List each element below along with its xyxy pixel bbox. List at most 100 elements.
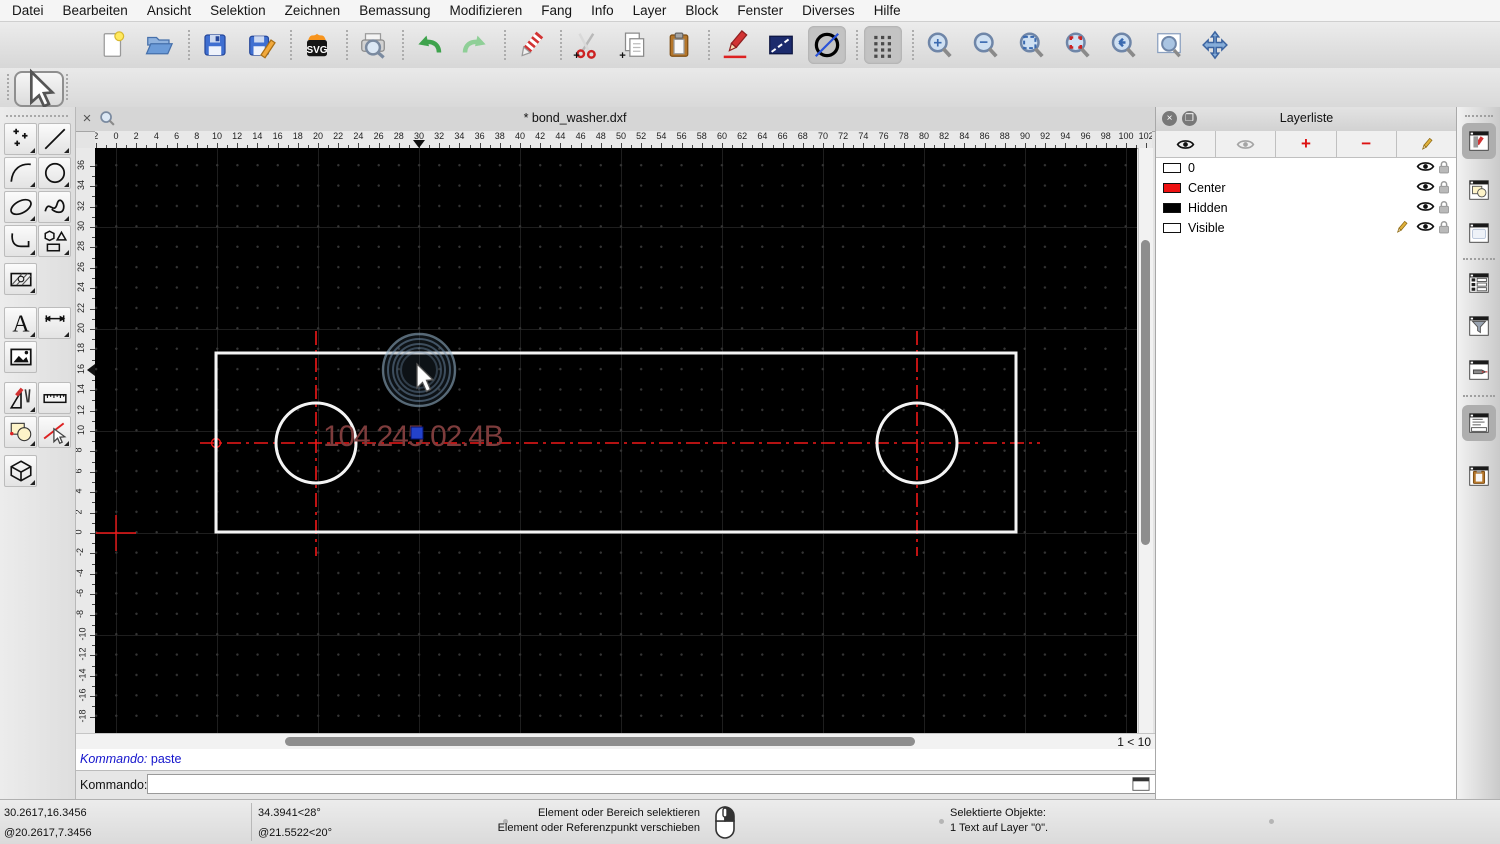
tool-polyline[interactable] [4, 225, 37, 257]
dock-block-list-button[interactable] [1462, 172, 1496, 208]
vertical-scrollbar-thumb[interactable] [1141, 240, 1150, 545]
tool-hatch[interactable] [4, 263, 37, 295]
tool-arc[interactable] [4, 157, 37, 189]
redo-icon [460, 30, 490, 60]
tool-polygon[interactable] [38, 225, 71, 257]
tool-select-entity[interactable] [38, 416, 71, 448]
svg-export-button[interactable]: SVG [298, 26, 336, 64]
rect-line-button[interactable] [762, 26, 800, 64]
command-detach-icon[interactable] [1132, 776, 1150, 792]
menu-bearbeiten[interactable]: Bearbeiten [63, 3, 128, 18]
layer-color-swatch [1163, 223, 1181, 233]
tool-modify[interactable] [4, 382, 37, 414]
dock-pen-palette-button[interactable] [1462, 352, 1496, 388]
menu-bemassung[interactable]: Bemassung [359, 3, 430, 18]
layer-lock-icon[interactable] [1438, 200, 1455, 216]
tool-spline[interactable] [38, 191, 71, 223]
zoom-pan-button[interactable] [1196, 26, 1234, 64]
horizontal-scrollbar-thumb[interactable] [285, 737, 915, 746]
layer-lock-icon[interactable] [1438, 180, 1455, 196]
tool-image[interactable] [4, 341, 37, 373]
tool-dimension[interactable] [38, 307, 71, 339]
grid-toggle-button[interactable] [864, 26, 902, 64]
dock-layer-list-button[interactable] [1462, 123, 1496, 159]
menu-fenster[interactable]: Fenster [737, 3, 783, 18]
layer-visibility-icon[interactable] [1416, 220, 1433, 236]
tool-circle[interactable] [38, 157, 71, 189]
print-preview-button[interactable] [354, 26, 392, 64]
layer-visibility-icon[interactable] [1416, 160, 1433, 176]
layer-row-hidden[interactable]: Hidden [1156, 198, 1457, 218]
layer-name: Visible [1188, 221, 1225, 235]
pen-edit-button[interactable] [716, 26, 754, 64]
tool-text[interactable]: A [4, 307, 37, 339]
layer-edit-icon[interactable] [1394, 220, 1411, 236]
show-all-eye-button[interactable] [1156, 131, 1216, 157]
layer-row-0[interactable]: 0 [1156, 158, 1457, 178]
layer-row-center[interactable]: Center [1156, 178, 1457, 198]
zoom-selection-button[interactable] [1058, 26, 1096, 64]
horizontal-ruler: 2024681012141618202224262830323436384042… [95, 131, 1152, 149]
zoom-previous-button[interactable] [1104, 26, 1142, 64]
menu-info[interactable]: Info [591, 3, 614, 18]
layer-row-visible[interactable]: Visible [1156, 218, 1457, 238]
layer-visibility-icon[interactable] [1416, 200, 1433, 216]
menu-modifizieren[interactable]: Modifizieren [450, 3, 523, 18]
svg-text:+: + [619, 50, 626, 60]
menu-datei[interactable]: Datei [12, 3, 44, 18]
menu-layer[interactable]: Layer [633, 3, 667, 18]
dock-selection-filter-button[interactable] [1462, 308, 1496, 344]
redo-button[interactable] [456, 26, 494, 64]
layer-name: Center [1188, 181, 1226, 195]
dock-command-widget-button[interactable] [1462, 405, 1496, 441]
menu-zeichnen[interactable]: Zeichnen [285, 3, 341, 18]
add-layer-button[interactable]: + [1276, 131, 1336, 157]
cut-button[interactable]: + [568, 26, 606, 64]
tool-line[interactable] [38, 123, 71, 155]
dock-library-browser-button[interactable] [1462, 215, 1496, 251]
tool-solid3d[interactable] [4, 455, 37, 487]
command-input[interactable] [147, 774, 1197, 794]
menu-fang[interactable]: Fang [541, 3, 572, 18]
horizontal-scrollbar[interactable]: 1 < 10 [75, 733, 1155, 750]
zoom-in-icon: + [924, 30, 954, 60]
pen-edit-icon [720, 30, 750, 60]
drawing-canvas[interactable]: 104.245.02.4B [95, 148, 1137, 733]
zoom-auto-button[interactable] [1012, 26, 1050, 64]
undo-button[interactable] [410, 26, 448, 64]
zoom-in-button[interactable]: + [920, 26, 958, 64]
tool-block[interactable] [4, 416, 37, 448]
zoom-window-button[interactable] [1150, 26, 1188, 64]
remove-layer-button[interactable]: − [1337, 131, 1397, 157]
delete-button[interactable] [512, 26, 550, 64]
layer-lock-icon[interactable] [1438, 160, 1455, 176]
menu-ansicht[interactable]: Ansicht [147, 3, 191, 18]
menu-selektion[interactable]: Selektion [210, 3, 266, 18]
edit-layer-button[interactable] [1397, 131, 1457, 157]
layer-lock-icon[interactable] [1438, 220, 1455, 236]
circle-line-button[interactable] [808, 26, 846, 64]
mouse-hint-right: Element oder Referenzpunkt verschieben [498, 822, 700, 834]
layer-visibility-icon[interactable] [1416, 180, 1433, 196]
new-button[interactable] [94, 26, 132, 64]
copy-button[interactable]: + [614, 26, 652, 64]
main-toolbar: SVG + + + − [0, 22, 1500, 69]
save-button[interactable] [196, 26, 234, 64]
open-button[interactable] [140, 26, 178, 64]
paste-button[interactable] [660, 26, 698, 64]
svg-text:+: + [933, 35, 942, 52]
zoom-out-button[interactable]: − [966, 26, 1004, 64]
tool-measure[interactable] [38, 382, 71, 414]
menu-hilfe[interactable]: Hilfe [874, 3, 901, 18]
menu-block[interactable]: Block [685, 3, 718, 18]
tool-ellipse[interactable] [4, 191, 37, 223]
dock-entity-list-button[interactable] [1462, 265, 1496, 301]
select-tool-button[interactable] [14, 71, 64, 107]
vertical-scrollbar[interactable] [1138, 148, 1153, 733]
hide-all-eye-button[interactable] [1216, 131, 1276, 157]
dock-clipboard-widget-button[interactable] [1462, 458, 1496, 494]
save-as-button[interactable] [242, 26, 280, 64]
tool-points[interactable] [4, 123, 37, 155]
menu-diverses[interactable]: Diverses [802, 3, 855, 18]
grid-toggle-icon [868, 30, 898, 60]
